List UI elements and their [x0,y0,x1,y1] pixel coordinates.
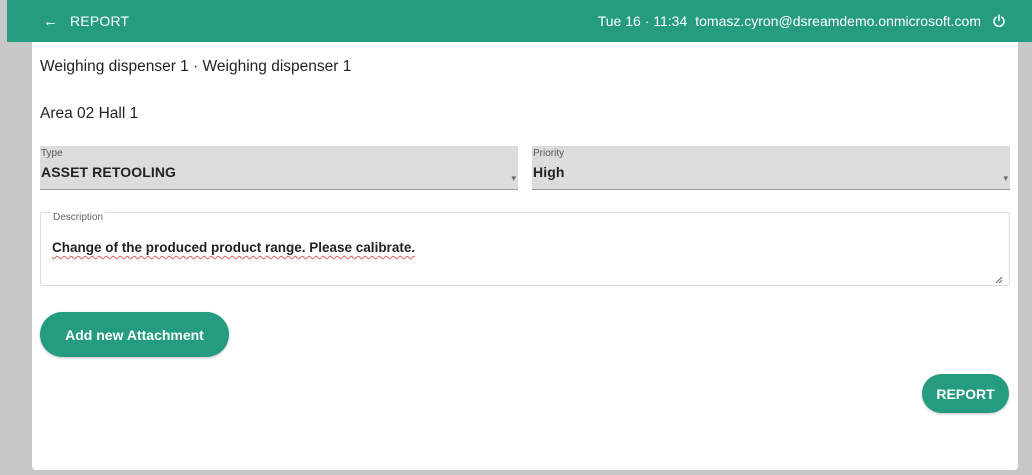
header-datetime: Tue 16 · 11:34 [597,13,688,29]
header-user-email: tomasz.cyron@dsreamdemo.onmicrosoft.com [695,13,981,29]
report-button[interactable]: REPORT [922,374,1009,413]
priority-select[interactable]: Priority High ▾ [532,146,1010,190]
chevron-down-icon: ▾ [511,173,516,183]
header-user-info: Tue 16 · 11:34 tomasz.cyron@dsreamdemo.o… [598,11,1009,31]
type-select[interactable]: Type ASSET RETOOLING ▾ [40,146,518,190]
power-icon[interactable] [989,11,1009,31]
report-form-card: Weighing dispenser 1 · Weighing dispense… [32,42,1018,470]
chevron-down-icon: ▾ [1003,173,1008,183]
type-value: ASSET RETOOLING [41,164,177,180]
description-field[interactable]: Description Change of the produced produ… [40,212,1010,286]
app-header: ← REPORT Tue 16 · 11:34 tomasz.cyron@dsr… [7,0,1032,42]
type-label: Type [41,148,63,159]
page-title: REPORT [70,13,130,29]
arrow-left-icon: ← [43,12,58,30]
description-text[interactable]: Change of the produced product range. Pl… [52,240,415,255]
priority-label: Priority [533,148,565,159]
back-button[interactable]: ← REPORT [43,13,129,29]
priority-value: High [533,164,565,180]
asset-title: Weighing dispenser 1 · Weighing dispense… [40,58,352,75]
asset-location: Area 02 Hall 1 [40,105,139,122]
resize-handle-icon[interactable] [995,271,1003,284]
add-attachment-button[interactable]: Add new Attachment [40,312,229,357]
description-label: Description [51,212,106,223]
